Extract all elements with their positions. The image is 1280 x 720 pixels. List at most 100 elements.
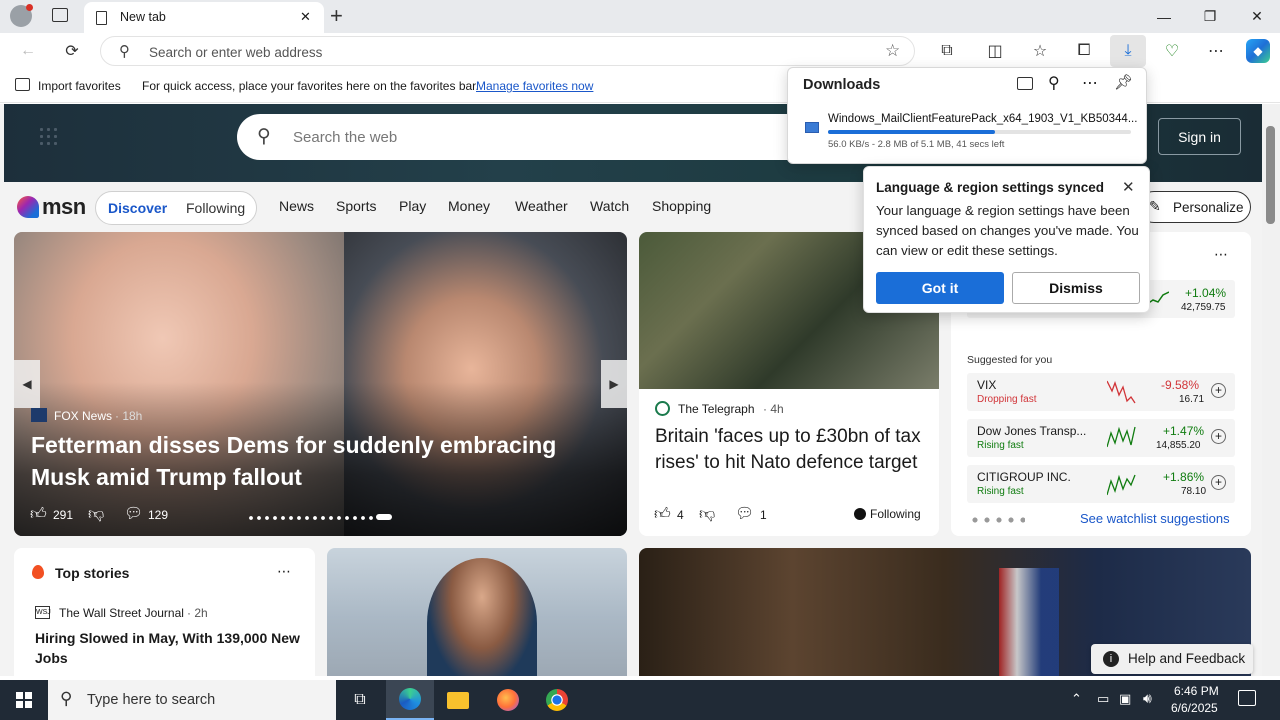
browser-essentials-icon[interactable]: ♡	[1160, 39, 1184, 63]
sparkline-icon	[1107, 474, 1136, 496]
hero-headline[interactable]: Fetterman disses Dems for suddenly embra…	[31, 429, 591, 493]
see-watchlist-suggestions-link[interactable]: See watchlist suggestions	[1080, 511, 1230, 526]
apps-grid-icon[interactable]	[38, 126, 58, 146]
start-button[interactable]	[0, 680, 48, 720]
page-scrollbar[interactable]	[1262, 104, 1280, 676]
stock-row-dow-transports[interactable]: Dow Jones Transp... Rising fast +1.47% 1…	[967, 419, 1235, 457]
browser-title-bar: New tab ✕ + — ❐ ✕	[0, 0, 1280, 33]
stock-row-vix[interactable]: VIX Dropping fast -9.58% 16.71 +	[967, 373, 1235, 411]
notifications-icon[interactable]	[1238, 690, 1256, 706]
taskbar-search-box[interactable]: ⚲ Type here to search	[48, 680, 336, 720]
nav-money[interactable]: Money	[448, 198, 490, 214]
got-it-button[interactable]: Got it	[876, 272, 1004, 304]
top-stories-title: Top stories	[55, 565, 130, 581]
widget-more-icon[interactable]: ⋯	[1214, 246, 1228, 263]
add-stock-icon[interactable]: +	[1211, 475, 1226, 490]
sparkline-icon	[1107, 380, 1136, 404]
card2-following[interactable]: Following	[870, 507, 921, 521]
nav-play[interactable]: Play	[399, 198, 426, 214]
carousel-next-button[interactable]: ▶	[601, 360, 627, 408]
back-button[interactable]: ←	[16, 39, 40, 63]
dislike-icon[interactable]: 👎︎	[699, 505, 715, 524]
tab-new-tab[interactable]: New tab ✕	[84, 2, 324, 33]
profile-avatar-icon[interactable]	[10, 4, 33, 27]
copilot-icon[interactable]: ◆	[1246, 39, 1270, 63]
file-explorer-icon[interactable]	[434, 680, 482, 720]
show-hidden-icons[interactable]: ⌃	[1071, 691, 1082, 707]
edge-taskbar-icon[interactable]	[386, 680, 434, 720]
clock-time[interactable]: 6:46 PM	[1174, 684, 1219, 698]
refresh-button[interactable]: ⟳	[60, 39, 84, 63]
news-card-image[interactable]	[327, 548, 627, 676]
manage-favorites-link[interactable]: Manage favorites now	[476, 79, 593, 93]
nav-shopping[interactable]: Shopping	[652, 198, 711, 214]
favorites-icon[interactable]: ☆	[1028, 39, 1052, 63]
hero-carousel-card[interactable]: ◀ ▶ FOX News · 18h Fetterman disses Dems…	[14, 232, 627, 536]
carousel-dots[interactable]	[247, 515, 393, 521]
nav-news[interactable]: News	[279, 198, 314, 214]
top-stories-more-icon[interactable]: ⋯	[277, 563, 291, 580]
new-tab-button[interactable]: +	[330, 3, 343, 29]
extensions-icon[interactable]: ⧉	[935, 39, 959, 63]
windows-taskbar: ⚲ Type here to search ⧉ ⌃ ▭ ▣ 🔊︎ 6:46 PM…	[0, 680, 1280, 720]
sign-in-button[interactable]: Sign in	[1158, 118, 1241, 155]
network-icon[interactable]: ▣	[1119, 691, 1131, 707]
more-options-icon[interactable]: ⋯	[1082, 73, 1098, 93]
download-file-name[interactable]: Windows_MailClientFeaturePack_x64_1903_V…	[828, 113, 1137, 125]
device-icon[interactable]: ▭	[1097, 691, 1109, 707]
stock-row-citigroup[interactable]: CITIGROUP INC. Rising fast +1.86% 78.10 …	[967, 465, 1235, 503]
scrollbar-thumb[interactable]	[1266, 126, 1275, 224]
msn-logo[interactable]: msn	[17, 194, 86, 220]
dislike-icon[interactable]: 👎︎	[88, 505, 104, 524]
stock-value: 16.71	[1179, 394, 1205, 405]
import-favorites-link[interactable]: Import favorites	[38, 79, 121, 93]
open-folder-icon[interactable]	[1017, 77, 1033, 90]
top-story-source[interactable]: The Wall Street Journal	[59, 606, 184, 620]
search-downloads-icon[interactable]: ⚲	[1048, 73, 1060, 93]
like-icon[interactable]: 👍︎	[30, 505, 47, 524]
clock-date[interactable]: 6/6/2025	[1171, 701, 1218, 715]
firefox-icon[interactable]	[484, 680, 532, 720]
add-stock-icon[interactable]: +	[1211, 383, 1226, 398]
search-icon: ⚲	[119, 43, 130, 60]
personalize-button[interactable]: ✎ Personalize	[1138, 191, 1251, 223]
carousel-prev-button[interactable]: ◀	[14, 360, 40, 408]
card2-headline[interactable]: Britain 'faces up to £30bn of tax rises'…	[655, 424, 930, 476]
minimize-button[interactable]: —	[1141, 0, 1187, 33]
web-search-box[interactable]: ⚲ Search the web	[237, 114, 847, 160]
comment-icon[interactable]: 💬︎	[735, 504, 754, 522]
tab-discover[interactable]: Discover	[108, 200, 167, 216]
comment-icon[interactable]: 💬︎	[124, 504, 143, 522]
tab-actions-icon[interactable]	[52, 8, 68, 22]
nav-weather[interactable]: Weather	[515, 198, 568, 214]
chrome-icon[interactable]	[533, 680, 581, 720]
address-bar[interactable]: ⚲ Search or enter web address ☆	[100, 36, 915, 66]
close-popup-icon[interactable]: ✕	[1122, 178, 1135, 196]
help-feedback-button[interactable]: i Help and Feedback	[1091, 644, 1253, 674]
top-story-headline[interactable]: Hiring Slowed in May, With 139,000 New J…	[35, 628, 305, 668]
split-screen-icon[interactable]: ◫	[983, 39, 1007, 63]
favorite-star-icon[interactable]: ☆	[885, 41, 900, 61]
restore-button[interactable]: ❐	[1187, 0, 1233, 33]
tab-following[interactable]: Following	[186, 200, 245, 216]
add-stock-icon[interactable]: +	[1211, 429, 1226, 444]
pencil-icon: ✎	[1149, 198, 1161, 214]
settings-more-icon[interactable]: ⋯	[1204, 39, 1228, 63]
nav-sports[interactable]: Sports	[336, 198, 376, 214]
like-icon[interactable]: 👍︎	[654, 505, 671, 524]
downloads-icon[interactable]: ⤓	[1110, 35, 1146, 67]
close-tab-icon[interactable]: ✕	[300, 9, 311, 25]
collections-icon[interactable]: ⧠	[1072, 39, 1096, 63]
volume-icon[interactable]: 🔊︎	[1143, 690, 1152, 707]
pin-icon[interactable]: 📌︎	[1114, 73, 1133, 91]
file-icon	[805, 122, 819, 133]
nav-watch[interactable]: Watch	[590, 198, 629, 214]
dismiss-button[interactable]: Dismiss	[1012, 272, 1140, 304]
card2-source[interactable]: The Telegraph	[678, 402, 755, 416]
task-view-icon[interactable]: ⧉	[336, 680, 384, 720]
downloads-flyout: Downloads ⚲ ⋯ 📌︎ Windows_MailClientFeatu…	[787, 67, 1147, 164]
close-window-button[interactable]: ✕	[1234, 0, 1280, 33]
language-sync-popup: Language & region settings synced ✕ Your…	[863, 166, 1150, 313]
widget-page-dots[interactable]	[969, 517, 1025, 523]
hero-source[interactable]: FOX News	[54, 409, 112, 423]
